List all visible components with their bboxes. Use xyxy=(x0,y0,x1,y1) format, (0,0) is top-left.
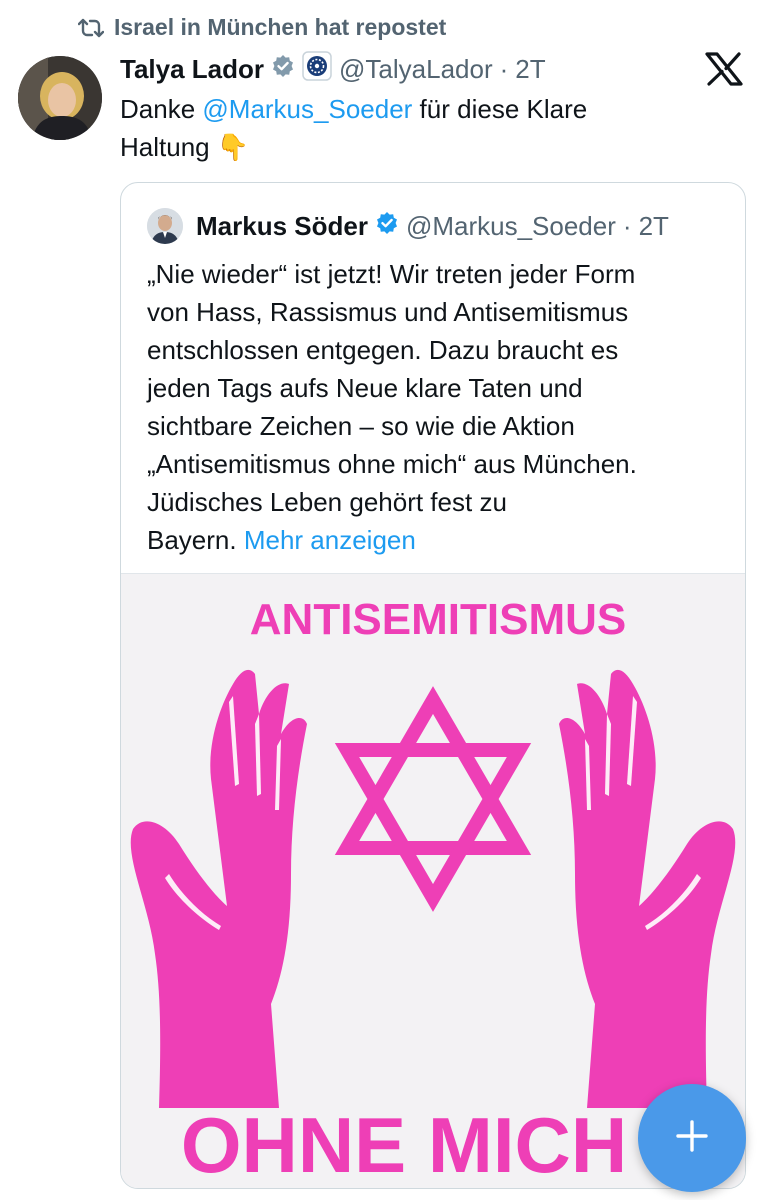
verified-badge-icon[interactable] xyxy=(271,54,295,85)
repost-icon xyxy=(78,17,104,39)
quote-image[interactable]: ANTISEMITISMUS OHNE MICH xyxy=(121,573,745,1189)
quote-time-separator: · xyxy=(622,210,632,241)
x-logo-icon xyxy=(704,52,744,86)
quote-avatar[interactable] xyxy=(147,208,183,244)
tweet-text-prefix: Danke xyxy=(120,94,203,124)
image-bottom-text: OHNE MICH xyxy=(181,1101,627,1189)
tweet-text: Danke @Markus_Soeder für diese Klare Hal… xyxy=(120,90,680,166)
author-name[interactable]: Talya Lador xyxy=(120,54,264,85)
pointing-down-emoji: 👇 xyxy=(216,132,250,162)
tweet-header: Talya Lador @TalyaLador · 2T xyxy=(120,50,546,88)
quote-author-name[interactable]: Markus Söder xyxy=(196,211,368,242)
post-time[interactable]: 2T xyxy=(515,54,545,85)
show-more-link[interactable]: Mehr anzeigen xyxy=(244,525,416,555)
time-separator: · xyxy=(499,53,509,84)
quote-post-time[interactable]: 2T xyxy=(639,211,669,242)
affiliate-badge-icon[interactable] xyxy=(302,50,332,88)
quote-author-handle[interactable]: @Markus_Soeder xyxy=(406,211,616,242)
quote-header: Markus Söder @Markus_Soeder · 2T xyxy=(147,207,669,245)
quote-text: „Nie wieder“ ist jetzt! Wir treten jeder… xyxy=(147,255,727,559)
compose-button[interactable] xyxy=(638,1084,746,1192)
author-handle[interactable]: @TalyaLador xyxy=(339,54,493,85)
quoted-tweet-card[interactable]: Markus Söder @Markus_Soeder · 2T „Nie wi… xyxy=(120,182,746,1189)
repost-label: Israel in München hat repostet xyxy=(114,14,447,40)
image-top-text: ANTISEMITISMUS xyxy=(250,595,626,644)
plus-icon xyxy=(675,1119,709,1158)
mention-link[interactable]: @Markus_Soeder xyxy=(202,94,412,124)
quote-body: „Nie wieder“ ist jetzt! Wir treten jeder… xyxy=(147,259,637,555)
verified-badge-icon[interactable] xyxy=(375,211,399,242)
repost-context[interactable]: Israel in München hat repostet xyxy=(78,14,446,41)
avatar[interactable] xyxy=(18,56,102,140)
